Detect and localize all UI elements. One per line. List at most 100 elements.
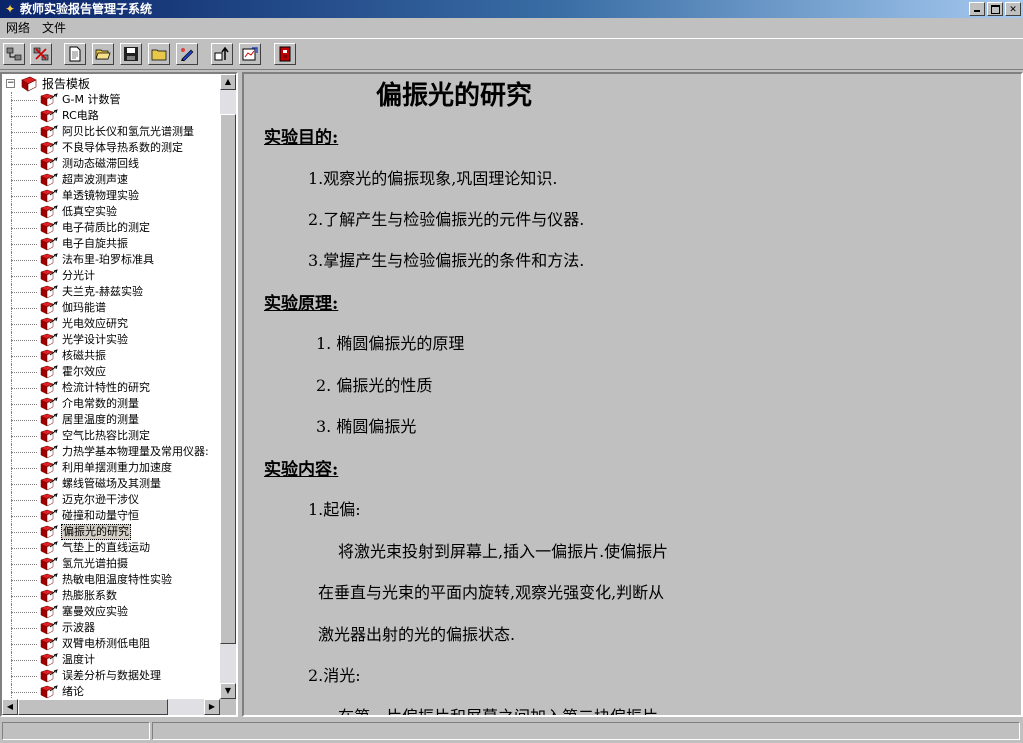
tree-connector: [11, 500, 37, 501]
section-heading-content: 实验内容:: [264, 460, 339, 480]
tree-item-label: 电子自旋共振: [62, 237, 128, 250]
tree-item[interactable]: 核磁共振: [2, 348, 220, 364]
tree-item[interactable]: 双臂电桥测低电阻: [2, 636, 220, 652]
status-bar: [0, 719, 1023, 743]
tree-item[interactable]: 法布里-珀罗标准具: [2, 252, 220, 268]
tree-item[interactable]: 偏振光的研究: [2, 524, 220, 540]
tree-item[interactable]: 单透镜物理实验: [2, 188, 220, 204]
tree-item[interactable]: 分光计: [2, 268, 220, 284]
tree-item[interactable]: 力热学基本物理量及常用仪器:: [2, 444, 220, 460]
tree-connector: [11, 100, 37, 101]
tree-horizontal-scrollbar[interactable]: ◀ ▶: [2, 699, 220, 715]
exit-button[interactable]: [274, 43, 296, 65]
tree-connector: [11, 612, 37, 613]
tree-item[interactable]: 空气比热容比测定: [2, 428, 220, 444]
tree-item[interactable]: 测动态磁滞回线: [2, 156, 220, 172]
tree-item[interactable]: 绪论: [2, 684, 220, 699]
tree-item[interactable]: 热膨胀系数: [2, 588, 220, 604]
scroll-right-arrow-icon[interactable]: ▶: [204, 699, 220, 715]
tree-connector: [11, 420, 37, 421]
tree-item[interactable]: 霍尔效应: [2, 364, 220, 380]
principle-item: 3. 椭圆偏振光: [316, 417, 417, 436]
tree-item[interactable]: 超声波测声速: [2, 172, 220, 188]
tree-connector: [11, 660, 37, 661]
tree-item[interactable]: 螺线管磁场及其测量: [2, 476, 220, 492]
tree-item[interactable]: 低真空实验: [2, 204, 220, 220]
report-template-icon: [40, 397, 58, 411]
upload-button[interactable]: [211, 43, 233, 65]
folder-button[interactable]: [148, 43, 170, 65]
menu-network[interactable]: 网络: [4, 20, 32, 36]
report-template-icon: [40, 301, 58, 315]
open-button[interactable]: [92, 43, 114, 65]
edit-pen-icon: [181, 48, 194, 62]
tree-root-label: 报告模板: [42, 77, 91, 91]
tree-item[interactable]: G-M 计数管: [2, 92, 220, 108]
exit-icon: [279, 46, 291, 62]
tree-connector: [11, 276, 37, 277]
tree-connector: [11, 244, 37, 245]
tree-item-label: 空气比热容比测定: [62, 429, 150, 442]
tree-item[interactable]: 检流计特性的研究: [2, 380, 220, 396]
tree-connector: [11, 228, 37, 229]
new-button[interactable]: [64, 43, 86, 65]
tree-connector: [11, 644, 37, 645]
tree-item[interactable]: 夫兰克-赫兹实验: [2, 284, 220, 300]
tree-connector: [11, 452, 37, 453]
step-text-line: 在垂直与光束的平面内旋转,观察光强变化,判断从: [318, 583, 665, 602]
tree-item[interactable]: 氢氘光谱拍摄: [2, 556, 220, 572]
tree-item[interactable]: 伽玛能谱: [2, 300, 220, 316]
tree-item[interactable]: 气垫上的直线运动: [2, 540, 220, 556]
close-button[interactable]: ✕: [1005, 2, 1021, 16]
save-button[interactable]: [120, 43, 142, 65]
window-controls: ✕: [967, 2, 1021, 16]
report-template-icon: [40, 669, 58, 683]
tree-connector: [11, 308, 37, 309]
maximize-button[interactable]: [987, 2, 1003, 16]
title-bar[interactable]: ✦ 教师实验报告管理子系统 ✕: [0, 0, 1023, 18]
tree-vertical-scrollbar[interactable]: ▲ ▼: [220, 74, 236, 699]
template-tree[interactable]: − 报告模板 G-M 计数管 RC电路 阿贝比长仪和氢氘光谱测量 不良导体导热系数的测…: [2, 74, 220, 699]
tree-item[interactable]: 塞曼效应实验: [2, 604, 220, 620]
collapse-toggle[interactable]: −: [6, 79, 15, 88]
tree-connector: [11, 292, 37, 293]
tree-item[interactable]: RC电路: [2, 108, 220, 124]
report-template-icon: [40, 285, 58, 299]
tree-item[interactable]: 光电效应研究: [2, 316, 220, 332]
disconnect-button[interactable]: [30, 43, 52, 65]
step-title: 1.起偏:: [308, 500, 361, 519]
tree-item[interactable]: 温度计: [2, 652, 220, 668]
report-template-icon: [40, 205, 58, 219]
tree-item[interactable]: 电子荷质比的测定: [2, 220, 220, 236]
tree-item[interactable]: 示波器: [2, 620, 220, 636]
menu-file[interactable]: 文件: [40, 20, 68, 36]
tree-item-label: 示波器: [62, 621, 95, 634]
scroll-up-arrow-icon[interactable]: ▲: [220, 74, 236, 90]
tree-item[interactable]: 电子自旋共振: [2, 236, 220, 252]
chart-edit-button[interactable]: [239, 43, 261, 65]
horizontal-scroll-thumb[interactable]: [18, 699, 168, 715]
tree-item[interactable]: 光学设计实验: [2, 332, 220, 348]
tree-connector: [11, 484, 37, 485]
tree-item[interactable]: 热敏电阻温度特性实验: [2, 572, 220, 588]
tree-item-label: 碰撞和动量守恒: [62, 509, 139, 522]
tree-item-label: 气垫上的直线运动: [62, 541, 150, 554]
edit-button[interactable]: [176, 43, 198, 65]
section-heading-principle: 实验原理:: [264, 294, 339, 314]
tree-item[interactable]: 利用单摆测重力加速度: [2, 460, 220, 476]
tree-item[interactable]: 阿贝比长仪和氢氘光谱测量: [2, 124, 220, 140]
minimize-button[interactable]: [969, 2, 985, 16]
tree-item[interactable]: 碰撞和动量守恒: [2, 508, 220, 524]
scroll-left-arrow-icon[interactable]: ◀: [2, 699, 18, 715]
scroll-thumb[interactable]: [220, 114, 236, 644]
tree-item[interactable]: 介电常数的测量: [2, 396, 220, 412]
connect-button[interactable]: [3, 43, 25, 65]
tree-item[interactable]: 不良导体导热系数的测定: [2, 140, 220, 156]
scroll-down-arrow-icon[interactable]: ▼: [220, 683, 236, 699]
purpose-item: 3.掌握产生与检验偏振光的条件和方法.: [308, 251, 585, 270]
tree-item-label: 法布里-珀罗标准具: [62, 253, 154, 266]
report-template-icon: [40, 557, 58, 571]
tree-item[interactable]: 迈克尔逊干涉仪: [2, 492, 220, 508]
tree-item[interactable]: 居里温度的测量: [2, 412, 220, 428]
tree-item[interactable]: 误差分析与数据处理: [2, 668, 220, 684]
